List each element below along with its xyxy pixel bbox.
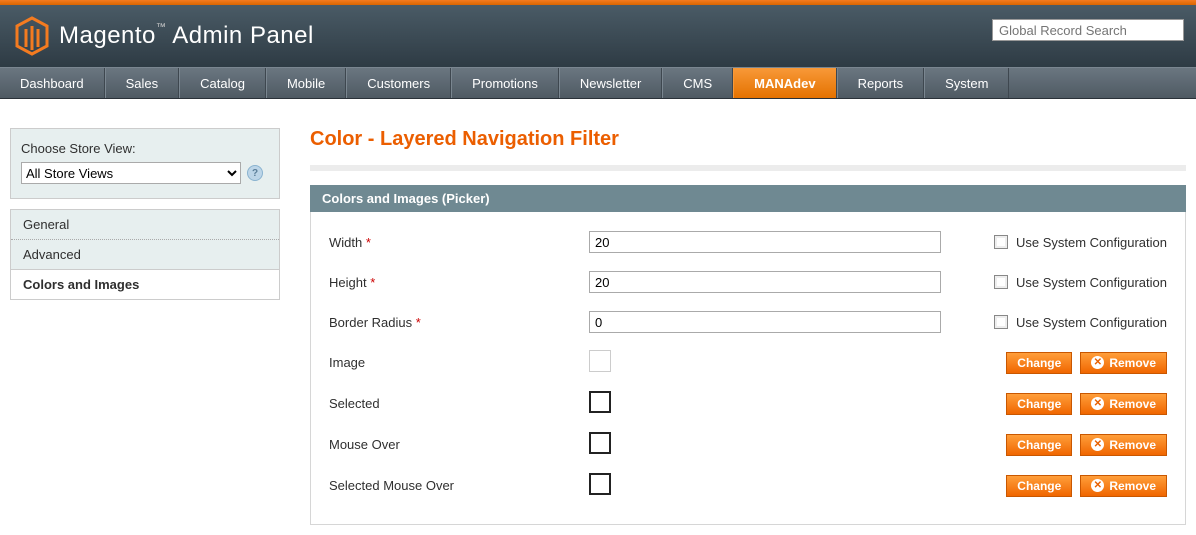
remove-icon: ✕ (1091, 438, 1104, 451)
nav-item-reports[interactable]: Reports (837, 68, 925, 98)
use-system-wrap: Use System Configuration (994, 315, 1167, 330)
remove-icon: ✕ (1091, 397, 1104, 410)
use-system-label: Use System Configuration (1016, 315, 1167, 330)
image-buttons: Change ✕Remove (1006, 475, 1167, 497)
row-height: Height * Use System Configuration (329, 270, 1167, 294)
nav-item-manadev[interactable]: MANAdev (733, 68, 836, 98)
row-sel_mouse_over: Selected Mouse Over Change ✕Remove (329, 473, 1167, 498)
field-height (589, 271, 941, 293)
logo-text: Magento™ Admin Panel (59, 22, 314, 50)
row-selected: Selected Change ✕Remove (329, 391, 1167, 416)
swatch-selected[interactable] (589, 391, 611, 413)
nav-item-system[interactable]: System (924, 68, 1009, 98)
page-title: Color - Layered Navigation Filter (310, 128, 1186, 151)
label-mouse_over: Mouse Over (329, 437, 589, 452)
remove-icon: ✕ (1091, 479, 1104, 492)
field-selected (589, 391, 941, 416)
field-mouse_over (589, 432, 941, 457)
swatch-mouse_over[interactable] (589, 432, 611, 454)
label-sel_mouse_over: Selected Mouse Over (329, 478, 589, 493)
sidebar-tab-general[interactable]: General (11, 209, 279, 239)
remove-icon: ✕ (1091, 356, 1104, 369)
change-button[interactable]: Change (1006, 352, 1072, 374)
sidebar-tab-colors-and-images[interactable]: Colors and Images (11, 269, 279, 299)
store-view-label: Choose Store View: (21, 141, 269, 156)
panel-label: Admin Panel (172, 22, 314, 49)
remove-button[interactable]: ✕Remove (1080, 393, 1167, 415)
input-height[interactable] (589, 271, 941, 293)
field-radius (589, 311, 941, 333)
swatch-sel_mouse_over[interactable] (589, 473, 611, 495)
input-width[interactable] (589, 231, 941, 253)
use-system-label: Use System Configuration (1016, 275, 1167, 290)
global-search-input[interactable] (992, 19, 1184, 41)
field-sel_mouse_over (589, 473, 941, 498)
sidebar: Choose Store View: All Store Views ? Gen… (10, 128, 280, 525)
remove-button[interactable]: ✕Remove (1080, 434, 1167, 456)
main-nav: DashboardSalesCatalogMobileCustomersProm… (0, 67, 1196, 99)
store-view-chooser: Choose Store View: All Store Views ? (10, 128, 280, 199)
image-buttons: Change ✕Remove (1006, 352, 1167, 374)
image-buttons: Change ✕Remove (1006, 434, 1167, 456)
nav-item-cms[interactable]: CMS (662, 68, 733, 98)
use-system-checkbox[interactable] (994, 315, 1008, 329)
row-image: Image Change ✕Remove (329, 350, 1167, 375)
change-button[interactable]: Change (1006, 434, 1072, 456)
help-icon[interactable]: ? (247, 165, 263, 181)
global-search (992, 19, 1184, 41)
use-system-wrap: Use System Configuration (994, 235, 1167, 250)
change-button[interactable]: Change (1006, 393, 1072, 415)
sidebar-tab-advanced[interactable]: Advanced (11, 239, 279, 269)
use-system-label: Use System Configuration (1016, 235, 1167, 250)
use-system-wrap: Use System Configuration (994, 275, 1167, 290)
label-width: Width * (329, 235, 589, 250)
nav-item-customers[interactable]: Customers (346, 68, 451, 98)
magento-logo-icon (15, 16, 49, 56)
content: Choose Store View: All Store Views ? Gen… (0, 99, 1196, 535)
change-button[interactable]: Change (1006, 475, 1072, 497)
row-mouse_over: Mouse Over Change ✕Remove (329, 432, 1167, 457)
nav-item-sales[interactable]: Sales (105, 68, 180, 98)
remove-button[interactable]: ✕Remove (1080, 475, 1167, 497)
input-radius[interactable] (589, 311, 941, 333)
row-width: Width * Use System Configuration (329, 230, 1167, 254)
brand-name: Magento (59, 22, 156, 49)
trademark: ™ (156, 22, 167, 33)
label-selected: Selected (329, 396, 589, 411)
main-panel: Color - Layered Navigation Filter Colors… (310, 128, 1186, 525)
swatch-image[interactable] (589, 350, 611, 372)
row-radius: Border Radius * Use System Configuration (329, 310, 1167, 334)
nav-item-mobile[interactable]: Mobile (266, 68, 346, 98)
header: Magento™ Admin Panel (0, 5, 1196, 67)
store-view-select[interactable]: All Store Views (21, 162, 241, 184)
field-image (589, 350, 941, 375)
nav-item-dashboard[interactable]: Dashboard (0, 68, 105, 98)
section-header: Colors and Images (Picker) (310, 185, 1186, 212)
remove-button[interactable]: ✕Remove (1080, 352, 1167, 374)
nav-item-catalog[interactable]: Catalog (179, 68, 266, 98)
use-system-checkbox[interactable] (994, 235, 1008, 249)
sidebar-tabs: GeneralAdvancedColors and Images (10, 209, 280, 300)
logo: Magento™ Admin Panel (15, 16, 314, 56)
field-width (589, 231, 941, 253)
image-buttons: Change ✕Remove (1006, 393, 1167, 415)
label-height: Height * (329, 275, 589, 290)
nav-item-newsletter[interactable]: Newsletter (559, 68, 662, 98)
use-system-checkbox[interactable] (994, 275, 1008, 289)
label-radius: Border Radius * (329, 315, 589, 330)
title-underline (310, 165, 1186, 171)
label-image: Image (329, 355, 589, 370)
section-body: Width * Use System Configuration Height … (310, 212, 1186, 525)
nav-item-promotions[interactable]: Promotions (451, 68, 559, 98)
